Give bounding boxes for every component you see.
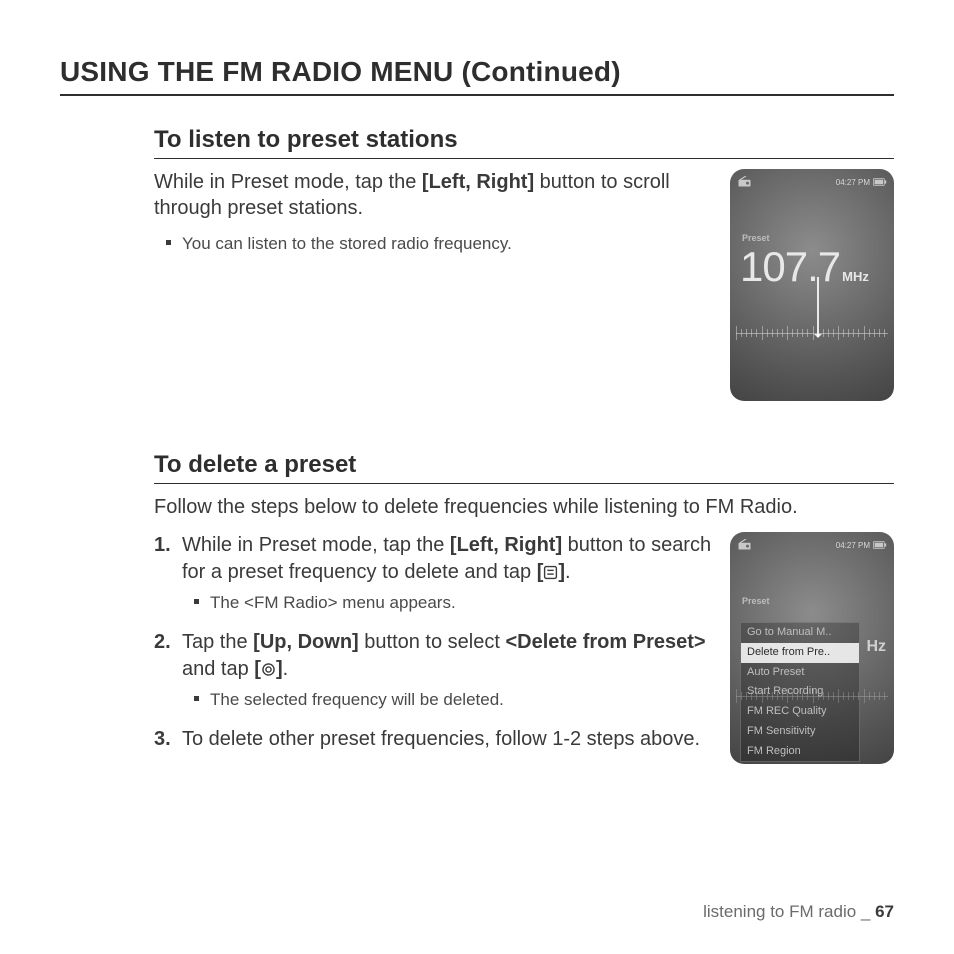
battery-icon bbox=[873, 541, 887, 549]
preset-label: Preset bbox=[730, 552, 894, 606]
step-3: 3. To delete other preset frequencies, f… bbox=[182, 726, 712, 753]
tuning-dial bbox=[730, 676, 894, 736]
menu-item: FM Region bbox=[741, 742, 859, 762]
tuning-cursor bbox=[817, 277, 819, 337]
frequency-unit-partial: Hz bbox=[866, 638, 886, 656]
step-1-bullet: The <FM Radio> menu appears. bbox=[210, 592, 712, 615]
delete-from-preset-label: <Delete from Preset> bbox=[505, 631, 705, 653]
section-listen-preset: To listen to preset stations While in Pr… bbox=[154, 126, 894, 401]
text: button to select bbox=[359, 631, 506, 653]
page-footer: listening to FM radio _ 67 bbox=[703, 902, 894, 922]
text: . bbox=[283, 658, 289, 680]
step-2-bullet: The selected frequency will be deleted. bbox=[210, 689, 712, 712]
battery-icon bbox=[873, 178, 887, 186]
page-number: 67 bbox=[875, 902, 894, 921]
step-number: 2. bbox=[154, 629, 171, 656]
step-number: 3. bbox=[154, 726, 171, 753]
bracket: [ bbox=[254, 658, 261, 680]
frequency-unit: MHz bbox=[842, 269, 869, 284]
left-right-button-label: [Left, Right] bbox=[450, 534, 562, 556]
left-right-button-label: [Left, Right] bbox=[422, 171, 534, 193]
radio-icon bbox=[737, 539, 752, 551]
section-title-listen: To listen to preset stations bbox=[154, 126, 894, 159]
text: and tap bbox=[182, 658, 254, 680]
device-screenshot-menu: 04:27 PM Preset Hz Go to Manual M.. Dele… bbox=[730, 532, 894, 764]
delete-intro: Follow the steps below to delete frequen… bbox=[154, 494, 894, 520]
status-time: 04:27 PM bbox=[836, 178, 870, 187]
device-screenshot-preset: 04:27 PM Preset 107.7 MHz bbox=[730, 169, 894, 401]
frequency-value: 107.7 bbox=[740, 243, 840, 291]
text: To delete other preset frequencies, foll… bbox=[182, 728, 700, 750]
bracket: ] bbox=[276, 658, 283, 680]
status-time: 04:27 PM bbox=[836, 541, 870, 550]
text: While in Preset mode, tap the bbox=[182, 534, 450, 556]
page-title: USING THE FM RADIO MENU (Continued) bbox=[60, 56, 894, 96]
section-title-delete: To delete a preset bbox=[154, 451, 894, 484]
step-1: 1. While in Preset mode, tap the [Left, … bbox=[182, 532, 712, 615]
menu-icon bbox=[543, 565, 558, 580]
up-down-button-label: [Up, Down] bbox=[253, 631, 359, 653]
step-2: 2. Tap the [Up, Down] button to select <… bbox=[182, 629, 712, 712]
select-icon bbox=[261, 662, 276, 677]
preset-label: Preset bbox=[730, 189, 894, 243]
menu-item: Go to Manual M.. bbox=[741, 623, 859, 643]
frequency-display: 107.7 MHz bbox=[730, 243, 894, 291]
text: While in Preset mode, tap the bbox=[154, 171, 422, 193]
menu-item-selected: Delete from Pre.. bbox=[741, 643, 859, 663]
radio-icon bbox=[737, 176, 752, 188]
listen-paragraph: While in Preset mode, tap the [Left, Rig… bbox=[154, 169, 712, 221]
tuning-dial bbox=[730, 313, 894, 373]
section-delete-preset: To delete a preset Follow the steps belo… bbox=[154, 451, 894, 767]
footer-text: listening to FM radio _ bbox=[703, 902, 875, 921]
step-number: 1. bbox=[154, 532, 171, 559]
bracket: [ bbox=[537, 561, 544, 583]
text: Tap the bbox=[182, 631, 253, 653]
listen-bullet: You can listen to the stored radio frequ… bbox=[182, 233, 712, 256]
text: . bbox=[565, 561, 571, 583]
